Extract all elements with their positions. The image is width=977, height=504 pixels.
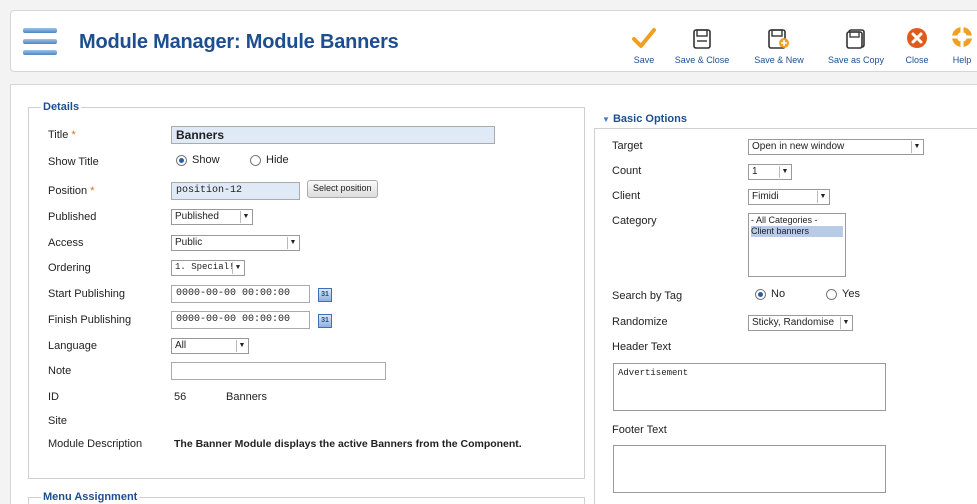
note-input[interactable] [171, 362, 386, 380]
chevron-down-icon: ▼ [840, 317, 851, 329]
search-by-tag-label: Search by Tag [612, 290, 683, 302]
chevron-down-icon: ▼ [232, 262, 243, 274]
check-icon [624, 23, 664, 49]
radio-empty-icon [250, 154, 261, 166]
basic-options-title: Basic Options [612, 113, 687, 125]
calendar-icon[interactable]: 31 [318, 314, 332, 328]
header-text-area[interactable]: Advertisement [613, 363, 886, 411]
save-as-copy-button[interactable]: Save as Copy [823, 23, 889, 65]
id-module-name: Banners [226, 391, 267, 403]
close-icon [901, 23, 933, 49]
language-label: Language [48, 340, 97, 352]
module-description-text: The Banner Module displays the active Ba… [174, 438, 522, 450]
chevron-down-icon: ▼ [779, 166, 790, 178]
save-copy-icon [823, 23, 889, 49]
save-new-label: Save & New [754, 55, 804, 65]
basic-options-header[interactable]: ▼ Basic Options [594, 109, 977, 129]
title-label: Title * [48, 129, 76, 141]
position-input[interactable]: position-12 [171, 182, 300, 200]
save-button[interactable]: Save [624, 23, 664, 65]
title-input[interactable]: Banners [171, 126, 495, 144]
chevron-down-icon: ▼ [236, 340, 247, 352]
save-close-button[interactable]: Save & Close [671, 23, 733, 65]
module-manager-icon [23, 28, 57, 56]
help-label: Help [952, 55, 972, 65]
radio-empty-icon [826, 288, 837, 300]
category-listbox[interactable]: - All Categories - Client banners [748, 213, 846, 277]
save-label: Save [633, 55, 655, 65]
search-yes-radio[interactable]: Yes [826, 288, 860, 300]
start-publishing-label: Start Publishing [48, 288, 126, 300]
header-text-label: Header Text [612, 341, 672, 353]
position-label: Position * [48, 185, 95, 197]
footer-text-label: Footer Text [612, 424, 667, 436]
radio-selected-icon [755, 288, 766, 300]
finish-publishing-input[interactable]: 0000-00-00 00:00:00 [171, 311, 310, 329]
chevron-down-icon: ▼ [817, 191, 828, 203]
client-select[interactable]: Fimidi ▼ [748, 189, 830, 205]
menu-assignment-fieldset: Menu Assignment [28, 491, 585, 504]
access-label: Access [48, 237, 84, 249]
ordering-select[interactable]: 1. Special! ▼ [171, 260, 245, 276]
client-label: Client [612, 190, 641, 202]
ordering-label: Ordering [48, 262, 91, 274]
toolbar: Module Manager: Module Banners Save Save… [10, 10, 977, 72]
triangle-down-icon: ▼ [602, 115, 610, 124]
search-no-radio[interactable]: No [755, 288, 785, 300]
access-select[interactable]: Public ▼ [171, 235, 300, 251]
close-button[interactable]: Close [901, 23, 933, 65]
id-label: ID [48, 391, 59, 403]
chevron-down-icon: ▼ [240, 211, 251, 223]
save-as-copy-label: Save as Copy [827, 55, 885, 65]
help-icon [947, 23, 977, 49]
count-select[interactable]: 1 ▼ [748, 164, 792, 180]
save-new-button[interactable]: Save & New [749, 23, 809, 65]
randomize-select[interactable]: Sticky, Randomise ▼ [748, 315, 853, 331]
id-value: 56 [174, 391, 187, 403]
save-close-icon [671, 23, 733, 49]
module-description-label: Module Description [48, 438, 143, 450]
category-option[interactable]: - All Categories - [751, 215, 843, 226]
radio-selected-icon [176, 154, 187, 166]
target-select[interactable]: Open in new window ▼ [748, 139, 924, 155]
published-select[interactable]: Published ▼ [171, 209, 253, 225]
randomize-label: Randomize [612, 316, 668, 328]
save-close-label: Save & Close [674, 55, 730, 65]
select-position-button[interactable]: Select position [307, 180, 378, 198]
show-title-label: Show Title [48, 156, 99, 168]
show-radio[interactable]: Show [176, 154, 220, 166]
published-label: Published [48, 211, 97, 223]
page-title: Module Manager: Module Banners [79, 31, 399, 53]
category-label: Category [612, 215, 657, 227]
start-publishing-input[interactable]: 0000-00-00 00:00:00 [171, 285, 310, 303]
close-label: Close [905, 55, 929, 65]
details-legend: Details [43, 101, 80, 113]
finish-publishing-label: Finish Publishing [48, 314, 132, 326]
count-label: Count [612, 165, 642, 177]
note-label: Note [48, 365, 72, 377]
hide-radio[interactable]: Hide [250, 154, 289, 166]
calendar-icon[interactable]: 31 [318, 288, 332, 302]
target-label: Target [612, 140, 643, 152]
save-new-icon [749, 23, 809, 49]
footer-text-area[interactable] [613, 445, 886, 493]
site-label: Site [48, 415, 67, 427]
category-option[interactable]: Client banners [751, 226, 843, 237]
menu-assignment-legend: Menu Assignment [43, 491, 138, 503]
language-select[interactable]: All ▼ [171, 338, 249, 354]
chevron-down-icon: ▼ [287, 237, 298, 249]
help-button[interactable]: Help [947, 23, 977, 65]
chevron-down-icon: ▼ [911, 141, 922, 153]
